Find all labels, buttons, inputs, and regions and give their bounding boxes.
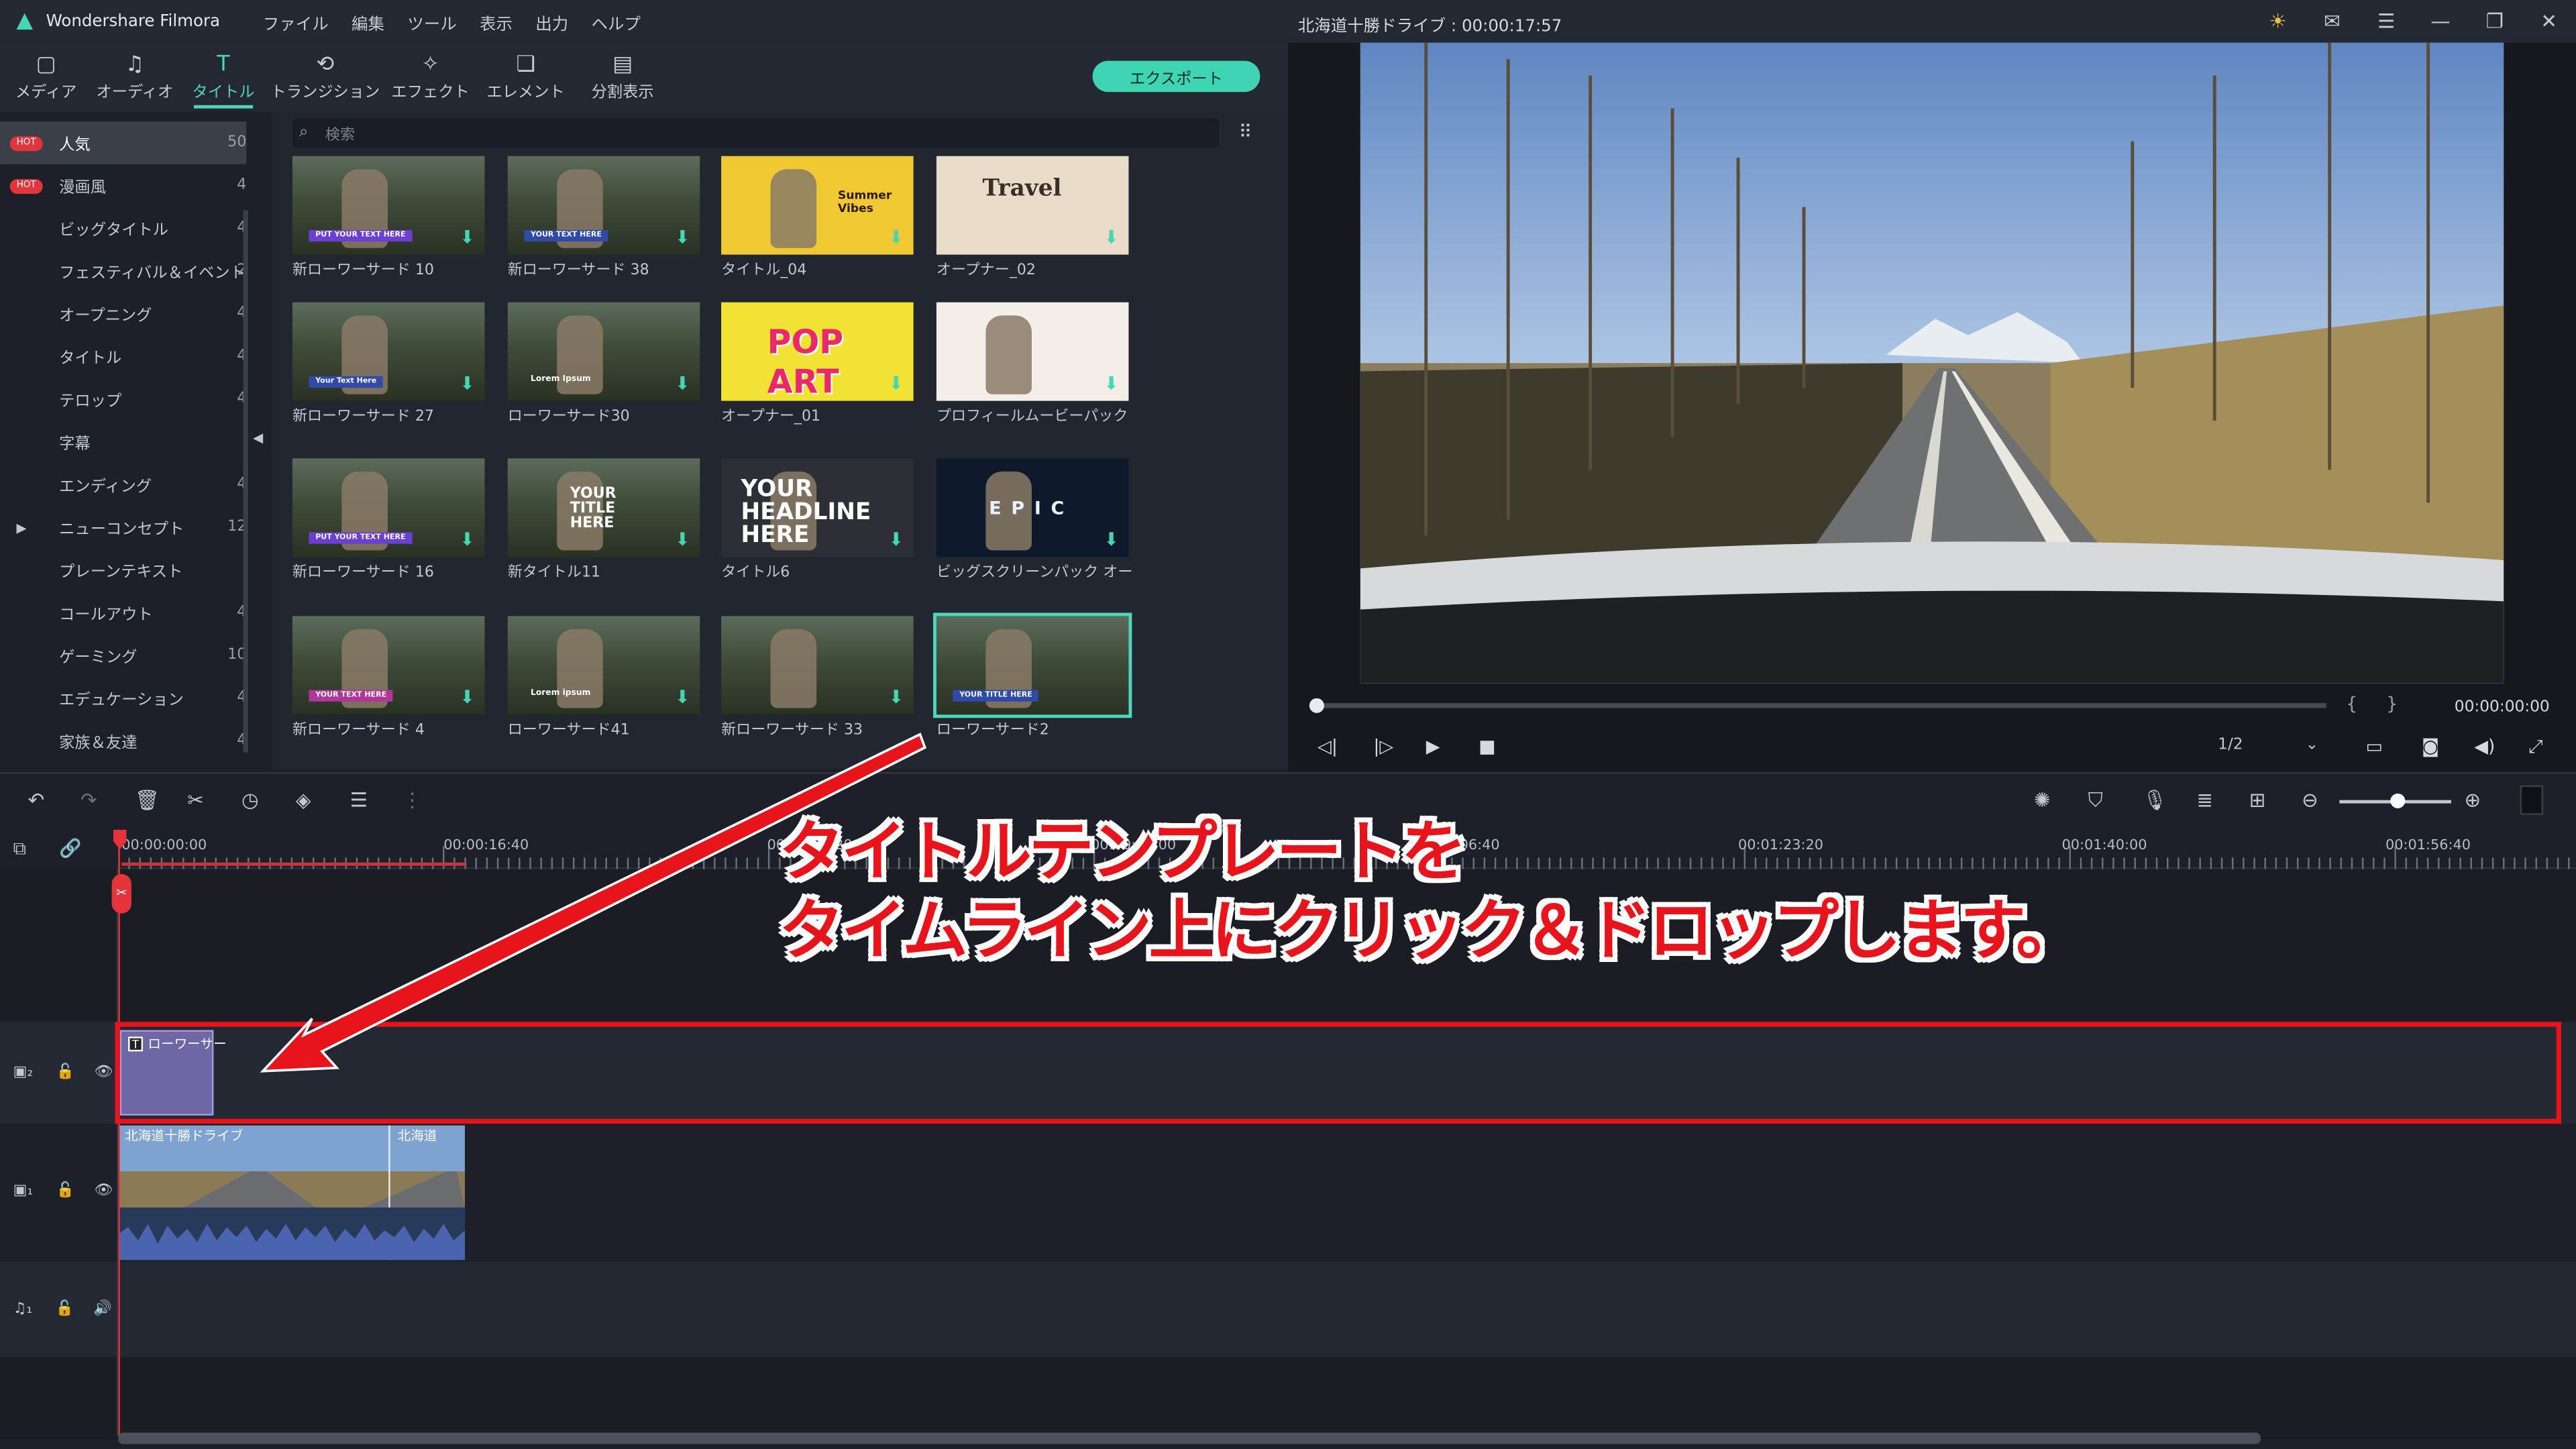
annotation-arrow — [260, 733, 927, 1073]
annotation-line-1: タイトルテンプレートを — [778, 814, 1467, 891]
timeline-scrollbar[interactable] — [118, 1432, 2261, 1444]
instruction-annotation: タイトルテンプレートを タイムライン上にクリック＆ドロップします。 — [778, 813, 2082, 971]
annotation-line-2: タイムライン上にクリック＆ドロップします。 — [778, 894, 2082, 969]
